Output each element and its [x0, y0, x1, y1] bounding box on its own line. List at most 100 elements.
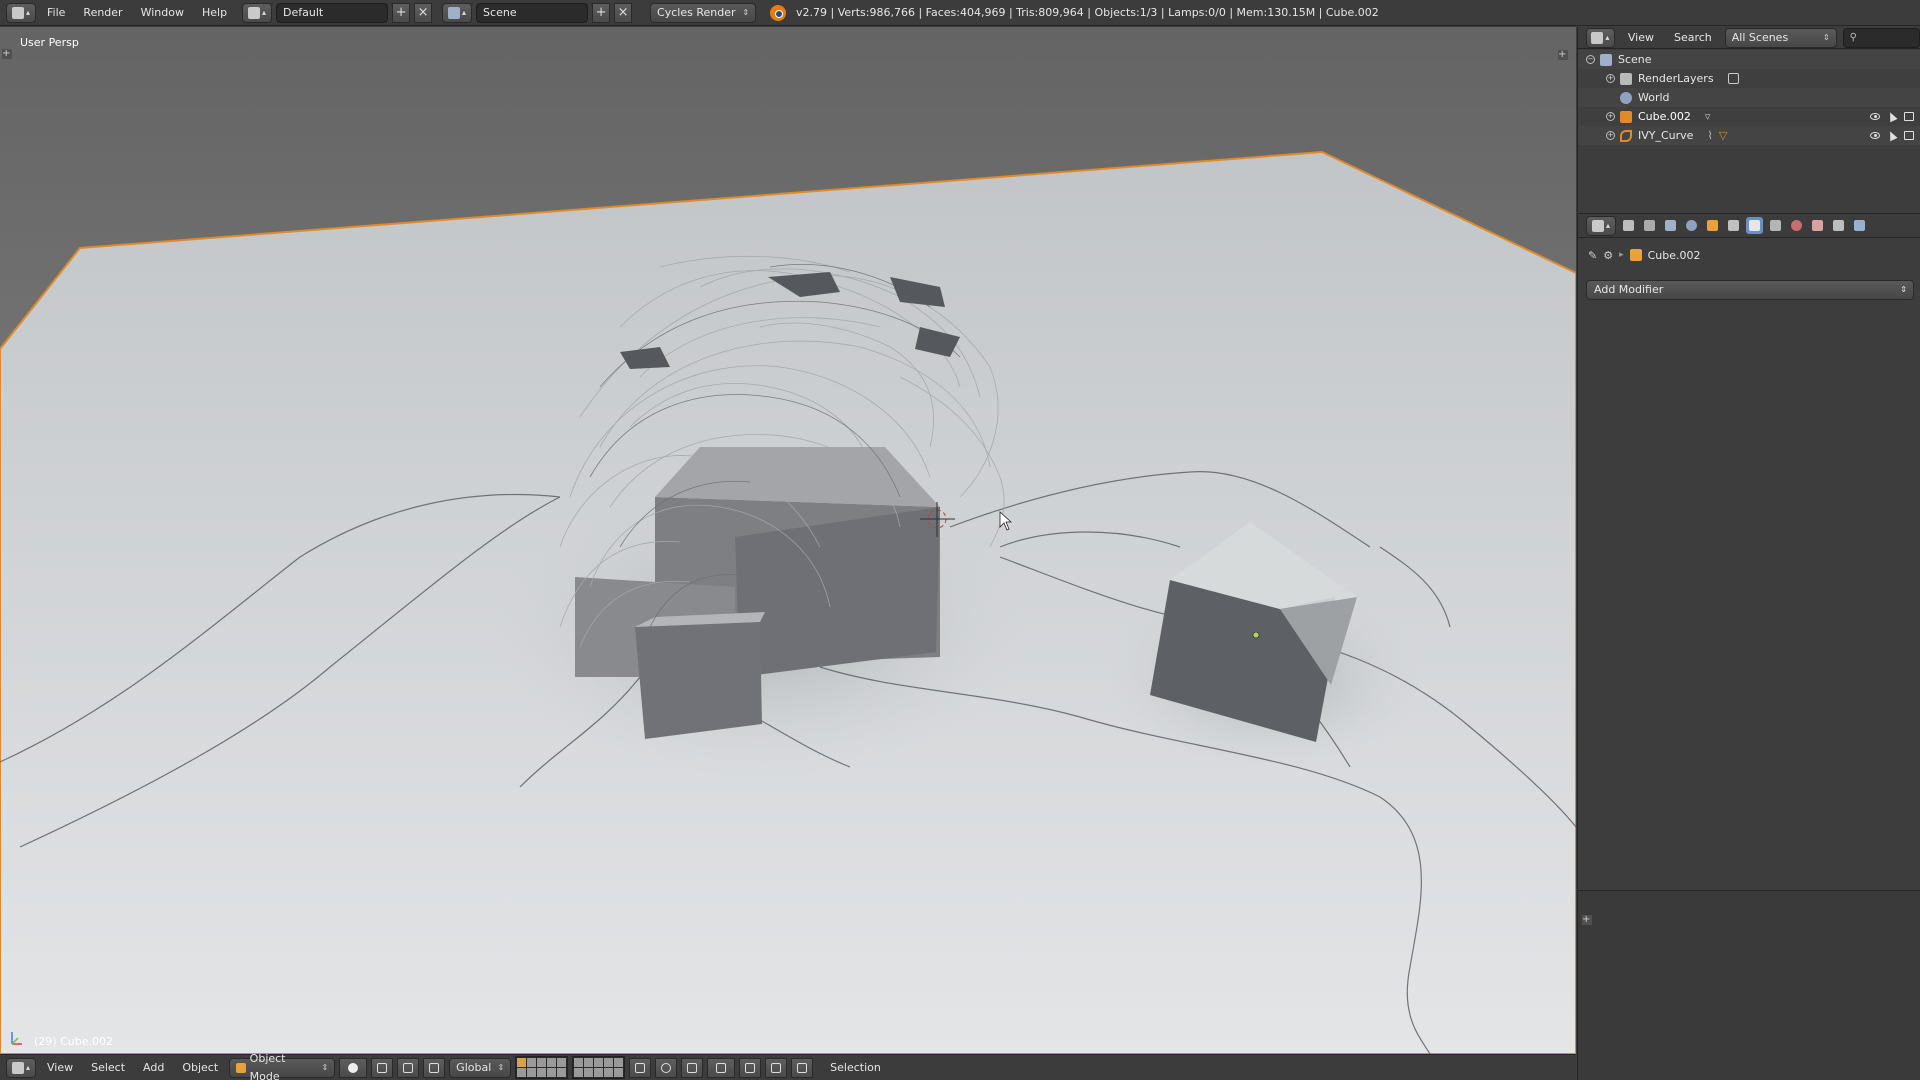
outliner-menu-search[interactable]: Search [1667, 28, 1719, 48]
toolshelf-toggle[interactable]: + [2, 49, 12, 59]
outliner-row-label: Cube.002 [1638, 110, 1691, 123]
pin-icon[interactable]: ✎ [1588, 249, 1597, 262]
snap-element-button[interactable] [707, 1057, 736, 1078]
magnet-icon [687, 1062, 698, 1073]
scene-layers-a[interactable] [515, 1056, 569, 1079]
constraints-tab[interactable] [1725, 217, 1742, 234]
outliner-row-scene[interactable]: − Scene [1578, 50, 1920, 69]
info-icon [11, 6, 24, 19]
scene-tab[interactable] [1662, 217, 1679, 234]
expand-icon[interactable]: + [1606, 131, 1615, 140]
visibility-eye-icon[interactable] [1870, 132, 1880, 139]
lower-editor-area[interactable]: + [1577, 890, 1920, 1080]
scene-layers-b[interactable] [572, 1056, 626, 1079]
opengl-animation-button[interactable] [765, 1057, 788, 1078]
pivot-point-button[interactable] [371, 1057, 394, 1078]
data-tab[interactable] [1767, 217, 1784, 234]
blender-logo-icon [770, 4, 787, 21]
scene-browse-button[interactable]: ▴ [442, 2, 473, 23]
display-mode-label: All Scenes [1731, 30, 1789, 44]
outliner-panel: ▴ View Search All Scenes ⇕ ⚲ − Scene + Re… [1577, 27, 1920, 212]
outliner-row-ivy-curve[interactable]: + IVY_Curve ⌇ ▽ [1578, 126, 1920, 145]
modifier-tab[interactable] [1746, 217, 1763, 234]
menu-help[interactable]: Help [195, 3, 234, 23]
updown-arrow-icon: ⇕ [742, 7, 750, 17]
material-tab[interactable] [1788, 217, 1805, 234]
render-engine-label: Cycles Render [657, 5, 736, 19]
manipulator-icon [403, 1062, 414, 1073]
particles-tab[interactable] [1830, 217, 1847, 234]
editor-type-button[interactable]: ▴ [6, 2, 36, 23]
menu-select[interactable]: Select [84, 1058, 132, 1078]
outliner-row-renderlayers[interactable]: + RenderLayers [1578, 69, 1920, 88]
snap-increment-icon [716, 1062, 727, 1073]
screen-layout-field[interactable]: Default [276, 2, 389, 23]
outliner-row-label: World [1638, 91, 1670, 104]
snap-toggle-button[interactable] [681, 1057, 704, 1078]
selectable-cursor-icon[interactable] [1886, 129, 1898, 142]
region-toggle[interactable]: + [1582, 915, 1592, 925]
render-camera-icon[interactable] [1904, 112, 1914, 121]
3d-viewport[interactable]: User Persp (29) Cube.002 + + [0, 27, 1576, 1054]
outliner-display-mode-dropdown[interactable]: All Scenes ⇕ [1724, 27, 1837, 48]
outliner-row-world[interactable]: World [1578, 88, 1920, 107]
physics-tab[interactable] [1851, 217, 1868, 234]
expand-icon[interactable]: + [1606, 112, 1615, 121]
menu-render[interactable]: Render [76, 3, 129, 23]
breadcrumb-arrow-icon: ▸ [1619, 250, 1624, 260]
menu-object[interactable]: Object [175, 1058, 225, 1078]
object-icon [1629, 249, 1642, 261]
editor-type-button[interactable]: ▴ [6, 1057, 36, 1078]
outliner-row-cube[interactable]: + Cube.002 ▿ [1578, 107, 1920, 126]
lock-camera-layers-button[interactable] [629, 1057, 652, 1078]
render-layers-tab[interactable] [1641, 217, 1658, 234]
expand-icon[interactable]: + [1606, 74, 1615, 83]
render-camera-icon[interactable] [1904, 131, 1914, 140]
menu-window[interactable]: Window [134, 3, 191, 23]
view-label: User Persp [20, 36, 79, 49]
plus-icon: + [395, 5, 407, 20]
world-tab[interactable] [1683, 217, 1700, 234]
proportional-edit-button[interactable] [655, 1057, 678, 1078]
outliner-menu-view[interactable]: View [1621, 28, 1661, 48]
outliner-search-field[interactable]: ⚲ [1842, 27, 1920, 48]
pivot-icon [377, 1062, 388, 1073]
properties-region-toggle[interactable]: + [1558, 50, 1568, 60]
opengl-render-button[interactable] [739, 1057, 762, 1078]
selection-label[interactable]: Selection [823, 1058, 888, 1078]
active-object-label: (29) Cube.002 [34, 1035, 113, 1048]
wrench-icon [1749, 220, 1760, 231]
manipulator-toggle[interactable] [397, 1057, 420, 1078]
opengl-preview-button[interactable] [791, 1057, 814, 1078]
scene-field[interactable]: Scene [476, 2, 589, 23]
visibility-eye-icon[interactable] [1870, 113, 1880, 120]
add-scene-button[interactable]: + [592, 2, 611, 23]
modifier-wrench-icon: ▿ [1704, 110, 1711, 123]
properties-panel: ▴ ✎ ⚙ ▸ Cube.002 Add Modifier ⇕ [1577, 213, 1920, 889]
menu-file[interactable]: File [40, 3, 72, 23]
menu-view[interactable]: View [40, 1058, 80, 1078]
object-tab[interactable] [1704, 217, 1721, 234]
transform-orientation-icon-button[interactable] [423, 1057, 446, 1078]
delete-screen-button[interactable]: × [414, 2, 433, 23]
outliner-icon [1591, 31, 1604, 44]
menu-add[interactable]: Add [136, 1058, 171, 1078]
render-engine-dropdown[interactable]: Cycles Render ⇕ [650, 2, 757, 23]
curve-icon [1620, 129, 1632, 142]
add-screen-button[interactable]: + [392, 2, 411, 23]
add-modifier-dropdown[interactable]: Add Modifier ⇕ [1586, 280, 1914, 300]
orientation-dropdown[interactable]: Global ⇕ [449, 1057, 512, 1078]
mode-dropdown[interactable]: Object Mode ⇕ [229, 1052, 336, 1080]
close-icon: × [417, 5, 429, 20]
selectable-cursor-icon[interactable] [1886, 110, 1898, 123]
editor-type-button[interactable]: ▴ [1586, 27, 1615, 48]
properties-header: ▴ [1578, 214, 1920, 238]
render-tab[interactable] [1620, 217, 1637, 234]
collapse-icon[interactable]: − [1586, 55, 1595, 64]
texture-tab[interactable] [1809, 217, 1826, 234]
viewport-shading-button[interactable] [339, 1057, 368, 1078]
delete-scene-button[interactable]: × [614, 2, 633, 23]
screen-layout-button[interactable]: ▴ [242, 2, 273, 23]
close-icon: × [617, 5, 629, 20]
editor-type-button[interactable]: ▴ [1586, 215, 1616, 236]
